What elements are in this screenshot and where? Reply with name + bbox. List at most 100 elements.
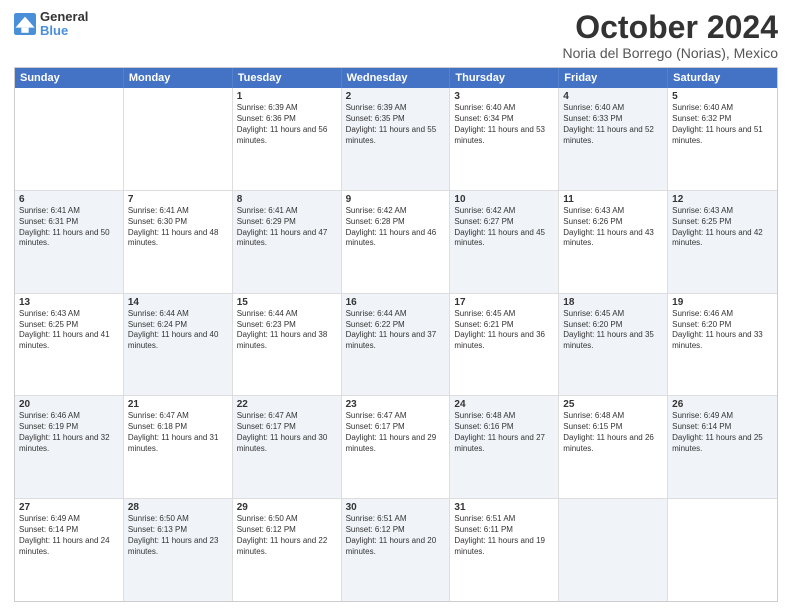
day-number: 1 [237, 91, 337, 102]
cell-content: Sunrise: 6:48 AM Sunset: 6:15 PM Dayligh… [563, 411, 663, 454]
day-number: 31 [454, 502, 554, 513]
logo-icon [14, 13, 36, 35]
cell-content: Sunrise: 6:50 AM Sunset: 6:13 PM Dayligh… [128, 514, 228, 557]
cell-content: Sunrise: 6:41 AM Sunset: 6:30 PM Dayligh… [128, 206, 228, 249]
day-number: 29 [237, 502, 337, 513]
calendar-row: 27Sunrise: 6:49 AM Sunset: 6:14 PM Dayli… [15, 498, 777, 601]
day-number: 2 [346, 91, 446, 102]
day-number: 24 [454, 399, 554, 410]
calendar-header-cell: Friday [559, 68, 668, 88]
calendar-cell [559, 499, 668, 601]
calendar-row: 6Sunrise: 6:41 AM Sunset: 6:31 PM Daylig… [15, 190, 777, 293]
page: General Blue October 2024 Noria del Borr… [0, 0, 792, 612]
calendar-cell [668, 499, 777, 601]
calendar-cell: 10Sunrise: 6:42 AM Sunset: 6:27 PM Dayli… [450, 191, 559, 293]
cell-content: Sunrise: 6:39 AM Sunset: 6:35 PM Dayligh… [346, 103, 446, 146]
day-number: 21 [128, 399, 228, 410]
cell-content: Sunrise: 6:43 AM Sunset: 6:25 PM Dayligh… [19, 309, 119, 352]
calendar-cell: 27Sunrise: 6:49 AM Sunset: 6:14 PM Dayli… [15, 499, 124, 601]
calendar-cell: 13Sunrise: 6:43 AM Sunset: 6:25 PM Dayli… [15, 294, 124, 396]
day-number: 15 [237, 297, 337, 308]
cell-content: Sunrise: 6:47 AM Sunset: 6:17 PM Dayligh… [237, 411, 337, 454]
calendar-cell: 1Sunrise: 6:39 AM Sunset: 6:36 PM Daylig… [233, 88, 342, 190]
cell-content: Sunrise: 6:40 AM Sunset: 6:33 PM Dayligh… [563, 103, 663, 146]
calendar-cell: 29Sunrise: 6:50 AM Sunset: 6:12 PM Dayli… [233, 499, 342, 601]
day-number: 26 [672, 399, 773, 410]
calendar-cell: 12Sunrise: 6:43 AM Sunset: 6:25 PM Dayli… [668, 191, 777, 293]
calendar-cell: 19Sunrise: 6:46 AM Sunset: 6:20 PM Dayli… [668, 294, 777, 396]
calendar-header-cell: Tuesday [233, 68, 342, 88]
day-number: 20 [19, 399, 119, 410]
calendar-cell: 5Sunrise: 6:40 AM Sunset: 6:32 PM Daylig… [668, 88, 777, 190]
title-block: October 2024 Noria del Borrego (Norias),… [562, 10, 778, 61]
logo-text: General Blue [40, 10, 88, 39]
cell-content: Sunrise: 6:47 AM Sunset: 6:18 PM Dayligh… [128, 411, 228, 454]
cell-content: Sunrise: 6:45 AM Sunset: 6:20 PM Dayligh… [563, 309, 663, 352]
calendar-header-cell: Wednesday [342, 68, 451, 88]
day-number: 5 [672, 91, 773, 102]
cell-content: Sunrise: 6:43 AM Sunset: 6:25 PM Dayligh… [672, 206, 773, 249]
calendar-header: SundayMondayTuesdayWednesdayThursdayFrid… [15, 68, 777, 88]
calendar-cell: 14Sunrise: 6:44 AM Sunset: 6:24 PM Dayli… [124, 294, 233, 396]
calendar-header-cell: Monday [124, 68, 233, 88]
cell-content: Sunrise: 6:49 AM Sunset: 6:14 PM Dayligh… [672, 411, 773, 454]
day-number: 4 [563, 91, 663, 102]
day-number: 6 [19, 194, 119, 205]
cell-content: Sunrise: 6:41 AM Sunset: 6:31 PM Dayligh… [19, 206, 119, 249]
calendar-cell [15, 88, 124, 190]
day-number: 30 [346, 502, 446, 513]
calendar-cell: 25Sunrise: 6:48 AM Sunset: 6:15 PM Dayli… [559, 396, 668, 498]
day-number: 10 [454, 194, 554, 205]
calendar-row: 1Sunrise: 6:39 AM Sunset: 6:36 PM Daylig… [15, 88, 777, 190]
calendar-cell: 20Sunrise: 6:46 AM Sunset: 6:19 PM Dayli… [15, 396, 124, 498]
cell-content: Sunrise: 6:51 AM Sunset: 6:11 PM Dayligh… [454, 514, 554, 557]
day-number: 7 [128, 194, 228, 205]
cell-content: Sunrise: 6:48 AM Sunset: 6:16 PM Dayligh… [454, 411, 554, 454]
cell-content: Sunrise: 6:46 AM Sunset: 6:20 PM Dayligh… [672, 309, 773, 352]
day-number: 25 [563, 399, 663, 410]
subtitle: Noria del Borrego (Norias), Mexico [562, 45, 778, 61]
calendar-cell: 9Sunrise: 6:42 AM Sunset: 6:28 PM Daylig… [342, 191, 451, 293]
calendar-cell: 22Sunrise: 6:47 AM Sunset: 6:17 PM Dayli… [233, 396, 342, 498]
cell-content: Sunrise: 6:51 AM Sunset: 6:12 PM Dayligh… [346, 514, 446, 557]
day-number: 27 [19, 502, 119, 513]
day-number: 18 [563, 297, 663, 308]
header: General Blue October 2024 Noria del Borr… [14, 10, 778, 61]
cell-content: Sunrise: 6:44 AM Sunset: 6:24 PM Dayligh… [128, 309, 228, 352]
calendar-cell: 11Sunrise: 6:43 AM Sunset: 6:26 PM Dayli… [559, 191, 668, 293]
day-number: 16 [346, 297, 446, 308]
calendar-cell: 6Sunrise: 6:41 AM Sunset: 6:31 PM Daylig… [15, 191, 124, 293]
day-number: 12 [672, 194, 773, 205]
cell-content: Sunrise: 6:40 AM Sunset: 6:34 PM Dayligh… [454, 103, 554, 146]
logo-line1: General [40, 10, 88, 24]
cell-content: Sunrise: 6:44 AM Sunset: 6:22 PM Dayligh… [346, 309, 446, 352]
day-number: 11 [563, 194, 663, 205]
day-number: 19 [672, 297, 773, 308]
calendar-row: 13Sunrise: 6:43 AM Sunset: 6:25 PM Dayli… [15, 293, 777, 396]
cell-content: Sunrise: 6:39 AM Sunset: 6:36 PM Dayligh… [237, 103, 337, 146]
calendar-cell: 26Sunrise: 6:49 AM Sunset: 6:14 PM Dayli… [668, 396, 777, 498]
calendar-cell: 21Sunrise: 6:47 AM Sunset: 6:18 PM Dayli… [124, 396, 233, 498]
cell-content: Sunrise: 6:40 AM Sunset: 6:32 PM Dayligh… [672, 103, 773, 146]
day-number: 28 [128, 502, 228, 513]
calendar-cell: 18Sunrise: 6:45 AM Sunset: 6:20 PM Dayli… [559, 294, 668, 396]
calendar-cell: 16Sunrise: 6:44 AM Sunset: 6:22 PM Dayli… [342, 294, 451, 396]
day-number: 23 [346, 399, 446, 410]
cell-content: Sunrise: 6:47 AM Sunset: 6:17 PM Dayligh… [346, 411, 446, 454]
day-number: 8 [237, 194, 337, 205]
calendar-cell: 4Sunrise: 6:40 AM Sunset: 6:33 PM Daylig… [559, 88, 668, 190]
calendar-cell: 28Sunrise: 6:50 AM Sunset: 6:13 PM Dayli… [124, 499, 233, 601]
calendar-cell: 7Sunrise: 6:41 AM Sunset: 6:30 PM Daylig… [124, 191, 233, 293]
calendar-cell [124, 88, 233, 190]
day-number: 14 [128, 297, 228, 308]
calendar-cell: 15Sunrise: 6:44 AM Sunset: 6:23 PM Dayli… [233, 294, 342, 396]
cell-content: Sunrise: 6:50 AM Sunset: 6:12 PM Dayligh… [237, 514, 337, 557]
day-number: 3 [454, 91, 554, 102]
calendar: SundayMondayTuesdayWednesdayThursdayFrid… [14, 67, 778, 602]
day-number: 13 [19, 297, 119, 308]
logo: General Blue [14, 10, 88, 39]
day-number: 17 [454, 297, 554, 308]
calendar-row: 20Sunrise: 6:46 AM Sunset: 6:19 PM Dayli… [15, 395, 777, 498]
cell-content: Sunrise: 6:42 AM Sunset: 6:28 PM Dayligh… [346, 206, 446, 249]
calendar-cell: 2Sunrise: 6:39 AM Sunset: 6:35 PM Daylig… [342, 88, 451, 190]
